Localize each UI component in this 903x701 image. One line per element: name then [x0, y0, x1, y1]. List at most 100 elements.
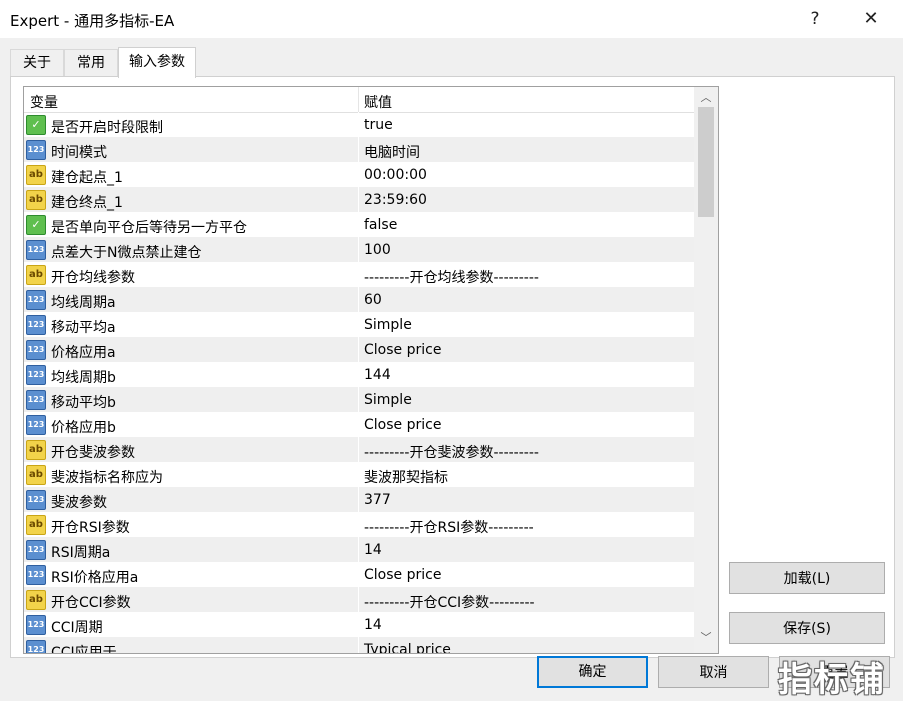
variable-value[interactable]: Close price [364, 342, 441, 358]
scroll-up-icon[interactable]: ︿ [694, 89, 718, 107]
variable-name: 开仓CCI参数 [51, 595, 131, 611]
variable-name: 斐波指标名称应为 [51, 470, 163, 486]
table-row[interactable]: 123 时间模式 电脑时间 [24, 137, 694, 162]
variable-name: 时间模式 [51, 145, 107, 161]
load-button[interactable]: 加载(L) [729, 562, 885, 594]
cell-divider [358, 112, 359, 137]
integer-icon: 123 [26, 340, 46, 360]
table-row[interactable]: 123 价格应用b Close price [24, 412, 694, 437]
variable-value[interactable]: 14 [364, 617, 382, 633]
cell-divider [358, 512, 359, 537]
table-row[interactable]: 123 斐波参数 377 [24, 487, 694, 512]
integer-icon: 123 [26, 315, 46, 335]
variable-name: RSI价格应用a [51, 570, 139, 586]
table-row[interactable]: 123 移动平均b Simple [24, 387, 694, 412]
variable-value[interactable]: false [364, 217, 397, 233]
cell-divider [358, 337, 359, 362]
column-header-value[interactable]: 赋值 [364, 92, 392, 112]
cell-divider [358, 162, 359, 187]
variable-value[interactable]: ---------开仓斐波参数--------- [364, 442, 539, 462]
column-header-variable[interactable]: 变量 [30, 92, 58, 112]
variable-value[interactable]: Simple [364, 317, 412, 333]
integer-icon: 123 [26, 140, 46, 160]
table-row[interactable]: ab 开仓斐波参数 ---------开仓斐波参数--------- [24, 437, 694, 462]
variable-name: 价格应用b [51, 420, 116, 436]
variable-value[interactable]: 23:59:60 [364, 192, 427, 208]
ok-button[interactable]: 确定 [537, 656, 648, 688]
table-row[interactable]: 123 点差大于N微点禁止建仓 100 [24, 237, 694, 262]
table-row[interactable]: ab 开仓均线参数 ---------开仓均线参数--------- [24, 262, 694, 287]
cell-divider [358, 237, 359, 262]
string-icon: ab [26, 265, 46, 285]
integer-icon: 123 [26, 615, 46, 635]
string-icon: ab [26, 515, 46, 535]
parameters-grid: 变量 赋值 ✓ 是否开启时段限制 true 123 时间模式 电脑时间 ab 建仓起点_1 00… [23, 86, 719, 654]
integer-icon: 123 [26, 640, 46, 653]
cell-divider [358, 562, 359, 587]
integer-icon: 123 [26, 490, 46, 510]
cell-divider [358, 637, 359, 653]
integer-icon: 123 [26, 365, 46, 385]
vertical-scrollbar[interactable]: ︿ ﹀ [694, 87, 718, 653]
variable-value[interactable]: Simple [364, 392, 412, 408]
table-row[interactable]: 123 均线周期b 144 [24, 362, 694, 387]
integer-icon: 123 [26, 290, 46, 310]
table-row[interactable]: ab 开仓CCI参数 ---------开仓CCI参数--------- [24, 587, 694, 612]
variable-value[interactable]: 电脑时间 [364, 142, 420, 162]
variable-value[interactable]: 60 [364, 292, 382, 308]
string-icon: ab [26, 440, 46, 460]
table-row[interactable]: ab 斐波指标名称应为 斐波那契指标 [24, 462, 694, 487]
help-button[interactable]: ? [792, 4, 838, 34]
cancel-button[interactable]: 取消 [658, 656, 769, 688]
table-row[interactable]: 123 RSI价格应用a Close price [24, 562, 694, 587]
variable-name: 建仓起点_1 [51, 170, 123, 186]
scroll-thumb[interactable] [698, 107, 714, 217]
table-row[interactable]: ab 开仓RSI参数 ---------开仓RSI参数--------- [24, 512, 694, 537]
cell-divider [358, 312, 359, 337]
table-row[interactable]: 123 移动平均a Simple [24, 312, 694, 337]
variable-value[interactable]: true [364, 117, 393, 133]
table-row[interactable]: 123 价格应用a Close price [24, 337, 694, 362]
variable-name: CCI周期 [51, 620, 103, 636]
variable-value[interactable]: 100 [364, 242, 391, 258]
save-button[interactable]: 保存(S) [729, 612, 885, 644]
cell-divider [358, 362, 359, 387]
variable-name: RSI周期a [51, 545, 111, 561]
column-divider[interactable] [358, 87, 359, 112]
variable-value[interactable]: 斐波那契指标 [364, 467, 448, 487]
variable-value[interactable]: 14 [364, 542, 382, 558]
variable-value[interactable]: Close price [364, 567, 441, 583]
variable-value[interactable]: 00:00:00 [364, 167, 427, 183]
cell-divider [358, 137, 359, 162]
table-row[interactable]: 123 CCI应用于 Typical price [24, 637, 694, 653]
tab-inputs[interactable]: 输入参数 [118, 47, 196, 78]
cell-divider [358, 412, 359, 437]
variable-value[interactable]: ---------开仓均线参数--------- [364, 267, 539, 287]
scroll-down-icon[interactable]: ﹀ [694, 629, 718, 647]
table-row[interactable]: 123 均线周期a 60 [24, 287, 694, 312]
table-row[interactable]: ab 建仓终点_1 23:59:60 [24, 187, 694, 212]
variable-value[interactable]: ---------开仓RSI参数--------- [364, 517, 534, 537]
cell-divider [358, 612, 359, 637]
table-row[interactable]: 123 RSI周期a 14 [24, 537, 694, 562]
close-button[interactable]: ✕ [848, 4, 894, 34]
variable-value[interactable]: Typical price [364, 642, 451, 653]
integer-icon: 123 [26, 565, 46, 585]
tab-common[interactable]: 常用 [64, 49, 118, 76]
title-bar: Expert - 通用多指标-EA ? ✕ [0, 0, 903, 38]
table-row[interactable]: 123 CCI周期 14 [24, 612, 694, 637]
variable-value[interactable]: Close price [364, 417, 441, 433]
variable-value[interactable]: 144 [364, 367, 391, 383]
integer-icon: 123 [26, 540, 46, 560]
table-row[interactable]: ✓ 是否单向平仓后等待另一方平仓 false [24, 212, 694, 237]
cell-divider [358, 587, 359, 612]
tab-about[interactable]: 关于 [10, 49, 64, 76]
table-row[interactable]: ab 建仓起点_1 00:00:00 [24, 162, 694, 187]
variable-name: 移动平均a [51, 320, 116, 336]
bool-icon: ✓ [26, 215, 46, 235]
cell-divider [358, 437, 359, 462]
variable-name: 开仓RSI参数 [51, 520, 130, 536]
variable-value[interactable]: ---------开仓CCI参数--------- [364, 592, 535, 612]
variable-value[interactable]: 377 [364, 492, 391, 508]
table-row[interactable]: ✓ 是否开启时段限制 true [24, 112, 694, 137]
